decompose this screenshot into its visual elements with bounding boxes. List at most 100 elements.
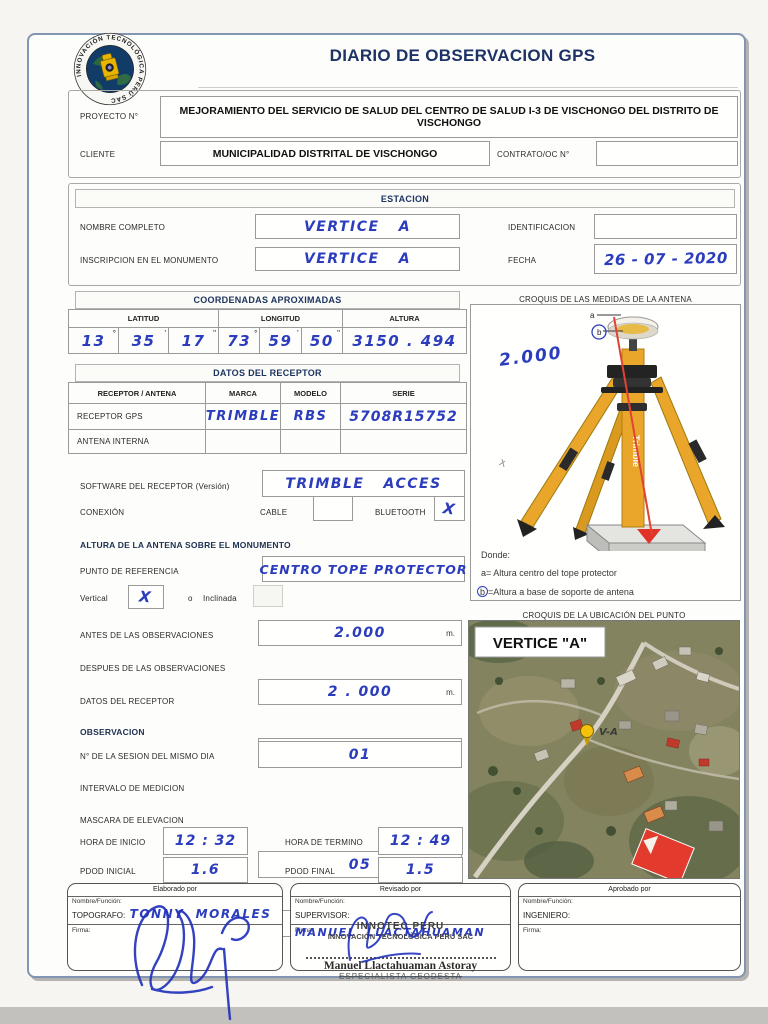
vertical-checkbox: X (128, 585, 164, 609)
vertical-check-value: X (138, 587, 154, 607)
map-title: CROQUIS DE LA UBICACIÓN DEL PUNTO (522, 611, 686, 620)
cable-value (314, 497, 352, 520)
satellite-image: V-A VERTICE "A" (454, 619, 749, 886)
contract-value-box (596, 141, 738, 166)
serie-value: 5708R15752 (349, 408, 458, 425)
software-label: SOFTWARE DEL RECEPTOR (Versión) (80, 482, 230, 491)
start-time-box: 12 : 32 (163, 827, 248, 855)
receiver-table: RECEPTOR / ANTENA MARCA MODELO SERIE REC… (68, 382, 467, 454)
session-label: N° DE LA SESION DEL MISMO DIA (80, 752, 215, 761)
row-antena-interna: ANTENA INTERNA (68, 429, 206, 454)
mask-label: MASCARA DE ELEVACION (80, 816, 184, 825)
coordinates-header: COORDENADAS APROXIMADAS (75, 291, 460, 309)
pdod-final-box: 1.5 (378, 857, 463, 883)
inclined-checkbox (253, 585, 283, 607)
bluetooth-check-value: X (441, 498, 458, 519)
connection-label: CONEXIÓN (80, 508, 125, 517)
vertical-label: Vertical (80, 594, 108, 603)
map-pin-label: V-A (599, 727, 618, 738)
or-label: o (188, 594, 193, 603)
observation-heading: OBSERVACION (80, 727, 145, 737)
session-box: 01 (258, 741, 462, 768)
reference-point-box: CENTRO TOPE PROTECTOR (260, 556, 466, 582)
inscription-box: VERTICE A (255, 247, 460, 271)
bluetooth-label: BLUETOOTH (375, 508, 426, 517)
longitude-header: LONGITUD (218, 309, 343, 328)
end-time-box: 12 : 49 (378, 827, 463, 855)
antenna-height-heading: ALTURA DE LA ANTENA SOBRE EL MONUMENTO (80, 540, 291, 550)
client-value: MUNICIPALIDAD DISTRITAL DE VISCHONGO (212, 147, 438, 160)
mark-a-label: a (590, 311, 595, 320)
software-box: TRIMBLE ACCES (262, 470, 465, 497)
map-badge: VERTICE "A" (493, 635, 587, 652)
altitude-value: 3150 . 494 (352, 331, 457, 350)
col-receptor-antena: RECEPTOR / ANTENA (68, 382, 206, 404)
lon-sec-value: 50 (309, 331, 334, 350)
map-pin-icon (580, 724, 594, 738)
tripod-antenna-illustration: Trimble a b (498, 311, 725, 551)
lat-deg-value: 13 (81, 331, 106, 350)
receiver-data-label: DATOS DEL RECEPTOR (80, 697, 175, 706)
after-obs-label: DESPUES DE LAS OBSERVACIONES (80, 664, 226, 673)
col-serie: SERIE (340, 382, 467, 404)
session-value: 01 (348, 746, 372, 763)
topografo-signature (133, 905, 250, 1021)
stamp-role: ESPECIALISTA GEODESTA (339, 972, 462, 981)
after-obs-value: 2 . 000 (327, 684, 393, 700)
panel3-firma-label: Firma: (523, 927, 542, 934)
interval-value: 05 (348, 856, 372, 873)
pdod-final-label: PDOD FINAL (285, 867, 336, 876)
meters-unit: m. (446, 688, 455, 697)
panel3-role-label: Nombre/Función: (523, 898, 573, 905)
station-header: ESTACION (75, 189, 735, 208)
mark-b-label: b (597, 328, 602, 337)
before-obs-label: ANTES DE LAS OBSERVACIONES (80, 631, 214, 640)
client-value-box: MUNICIPALIDAD DISTRITAL DE VISCHONGO (160, 141, 490, 166)
meters-unit: m. (446, 629, 455, 638)
pdod-final-value: 1.5 (405, 862, 436, 878)
col-modelo: MODELO (280, 382, 341, 404)
signature-panel-aprobado: Aprobado por Nombre/Función: INGENIERO: … (518, 883, 741, 971)
software-value: TRIMBLE ACCES (285, 475, 442, 492)
cable-checkbox (313, 496, 353, 521)
receiver-header: DATOS DEL RECEPTOR (75, 364, 460, 382)
where-a-text: a= Altura centro del tope protector (481, 568, 617, 578)
station-name-label: NOMBRE COMPLETO (80, 223, 166, 232)
date-value: 26 - 07 - 2020 (603, 248, 728, 270)
pdod-initial-box: 1.6 (163, 857, 248, 883)
before-obs-box: 2.000 m. (258, 620, 462, 646)
date-box: 26 - 07 - 2020 (594, 244, 737, 274)
header-divider (198, 87, 738, 88)
inclined-check-value (254, 586, 282, 606)
min-symbol: ' (164, 329, 166, 338)
inclined-label: Inclinada (203, 594, 237, 603)
inscription-value: VERTICE A (303, 251, 412, 267)
after-obs-box: 2 . 000 m. (258, 679, 462, 705)
station-name-value: VERTICE A (303, 218, 412, 235)
end-time-value: 12 : 49 (389, 833, 452, 849)
date-label: FECHA (508, 256, 537, 265)
modelo-value: RBS (293, 409, 328, 424)
panel3-role: INGENIERO: (523, 911, 571, 920)
station-name-box: VERTICE A (255, 214, 460, 239)
antenna-sketch-box: Trimble a b 2.000 Donde: a= Altura centr… (470, 304, 741, 601)
row-receptor-gps: RECEPTOR GPS (68, 403, 206, 430)
lat-min-value: 35 (131, 331, 156, 350)
start-time-value: 12 : 32 (174, 833, 237, 849)
project-value: MEJORAMIENTO DEL SERVICIO DE SALUD DEL C… (179, 105, 719, 129)
supervisor-signature (347, 911, 433, 963)
sec-symbol: " (213, 329, 216, 338)
identification-label: IDENTIFICACION (508, 223, 576, 232)
min-symbol: ' (297, 329, 299, 338)
before-obs-value: 2.000 (334, 625, 386, 641)
antenna-sketch-title: CROQUIS DE LAS MEDIDAS DE LA ANTENA (519, 295, 692, 304)
pdod-initial-value: 1.6 (190, 862, 221, 878)
identification-box (594, 214, 737, 239)
start-time-label: HORA DE INICIO (80, 838, 146, 847)
coordinates-table: LATITUD LONGITUD ALTURA 13 ° 35 ' 17 " 73 ° … (68, 309, 467, 354)
where-title: Donde: (481, 550, 511, 560)
pdod-initial-label: PDOD INICIAL (80, 867, 136, 876)
project-value-box: MEJORAMIENTO DEL SERVICIO DE SALUD DEL C… (160, 96, 738, 138)
bluetooth-checkbox: X (434, 496, 465, 521)
client-label: CLIENTE (80, 150, 116, 159)
